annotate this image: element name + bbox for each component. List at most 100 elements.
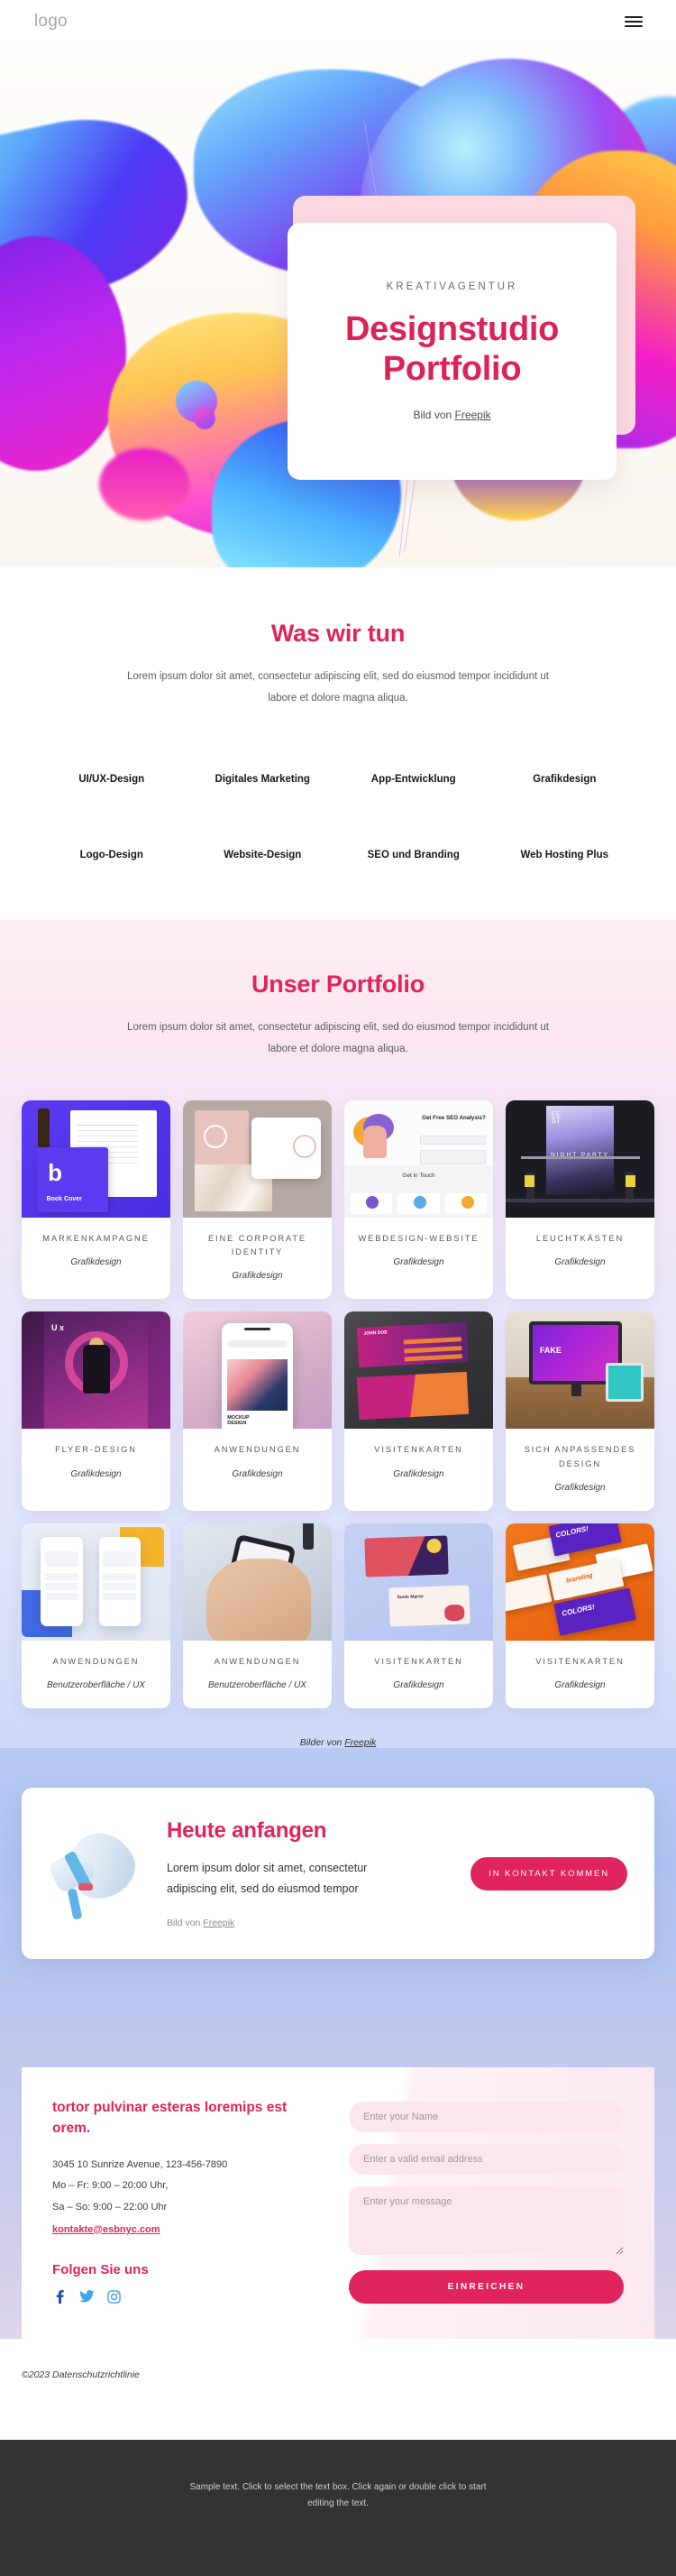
follow-title: Folgen Sie uns [52,2261,149,2277]
portfolio-card-category: Grafikdesign [232,1271,283,1282]
service-item[interactable]: Logo-Design [36,850,187,860]
page-title: Designstudio Portfolio [345,309,559,389]
portfolio-card-title: VISITENKARTEN [374,1656,463,1666]
portfolio-card[interactable]: Susie Marse VISITENKARTEN Grafikdesign [344,1523,493,1709]
portfolio-thumbnail: MOCKUP DESIGN [183,1311,332,1430]
portfolio-thumbnail [183,1099,332,1218]
hero-card: KREATIVAGENTUR Designstudio Portfolio Bi… [288,223,617,480]
portfolio-card-title: ANWENDUNGEN [52,1656,140,1666]
portfolio-card-title: LEUCHTKÄSTEN [535,1233,625,1243]
portfolio-card-category: Grafikdesign [393,1256,444,1267]
services-grid: UI/UX-Design Digitales Marketing App-Ent… [36,774,640,860]
portfolio-credit-link[interactable]: Freepik [344,1737,376,1748]
portfolio-card[interactable]: JOHN DOE VISITENKARTEN Grafikdesign [344,1311,493,1511]
portfolio-thumbnail: Susie Marse [344,1523,493,1641]
portfolio-card-body: SICH ANPASSENDES DESIGN Grafikdesign [506,1429,654,1511]
hamburger-icon[interactable] [625,15,643,27]
hero-title-line-1: Designstudio [344,309,560,348]
service-item[interactable]: Digitales Marketing [187,774,339,785]
name-input[interactable] [349,2102,624,2133]
contact-hours-weekday: Mo – Fr: 9:00 – 20:00 Uhr, [52,2180,169,2192]
services-section: Was wir tun Lorem ipsum dolor sit amet, … [0,567,676,921]
logo[interactable]: logo [34,12,68,32]
facebook-icon[interactable] [52,2289,68,2305]
portfolio-grid: b Book Cover MARKENKAMPAGNE Grafikdesign EIN… [0,1061,676,1709]
portfolio-card[interactable]: EE ST NIGHT PARTY LEUCHTKÄSTEN Grafikdesign [506,1099,654,1300]
portfolio-card[interactable]: ANWENDUNGEN Benutzeroberfläche / UX [22,1523,170,1709]
portfolio-thumbnail [22,1523,170,1641]
contact-email-link[interactable]: kontakte@esbnyc.com [52,2220,160,2240]
portfolio-thumbnail [183,1523,332,1641]
portfolio-card[interactable]: MOCKUP DESIGN ANWENDUNGEN Grafikdesign [183,1311,332,1511]
portfolio-card[interactable]: b Book Cover MARKENKAMPAGNE Grafikdesign [22,1099,170,1300]
submit-button[interactable]: EINREICHEN [349,2270,624,2305]
portfolio-card-category: Grafikdesign [70,1256,122,1267]
portfolio-card-title: VISITENKARTEN [374,1445,463,1455]
portfolio-card[interactable]: FAKE SICH ANPASSENDES DESIGN Grafikdesign [506,1311,654,1511]
portfolio-thumbnail: Get Free SEO Analysis? Get in Touch [344,1099,493,1218]
portfolio-card-body: VISITENKARTEN Grafikdesign [506,1641,654,1708]
portfolio-thumbnail: b Book Cover [22,1099,170,1218]
cta-card: Heute anfangen Lorem ipsum dolor sit ame… [22,1788,654,1960]
service-item[interactable]: Grafikdesign [489,774,641,785]
portfolio-credit: Bilder von Freepik [0,1708,676,1748]
portfolio-thumbnail: JOHN DOE [344,1311,493,1430]
bottom-bar: Sample text. Click to select the text bo… [0,2439,676,2576]
cta-credit-prefix: Bild von [167,1918,204,1929]
portfolio-card-category: Grafikdesign [554,1256,606,1267]
cta-section: Heute anfangen Lorem ipsum dolor sit ame… [0,1748,676,2068]
email-input[interactable] [349,2144,624,2176]
portfolio-card[interactable]: EINE CORPORATE IDENTITY Grafikdesign [183,1099,332,1300]
hero-credit: Bild von Freepik [413,409,490,421]
hero-eyebrow: KREATIVAGENTUR [386,281,518,292]
portfolio-card-title: ANWENDUNGEN [214,1656,301,1666]
cta-text-block: Heute anfangen Lorem ipsum dolor sit ame… [152,1818,461,1928]
service-item[interactable]: UI/UX-Design [36,774,187,785]
portfolio-thumbnail: EE ST NIGHT PARTY [506,1099,654,1218]
portfolio-card-body: FLYER-DESIGN Grafikdesign [22,1429,170,1511]
portfolio-thumbnail: COLORS! branding COLORS! [506,1523,654,1641]
portfolio-card-category: Grafikdesign [232,1468,283,1479]
portfolio-card[interactable]: Get Free SEO Analysis? Get in Touch WEBDES… [344,1099,493,1300]
instagram-icon[interactable] [106,2289,122,2305]
portfolio-card-body: VISITENKARTEN Grafikdesign [344,1429,493,1511]
portfolio-card-title: ANWENDUNGEN [214,1445,301,1455]
message-input[interactable] [349,2186,624,2256]
service-item[interactable]: SEO und Branding [338,850,489,860]
hero-section: KREATIVAGENTUR Designstudio Portfolio Bi… [0,42,676,567]
hero-credit-prefix: Bild von [413,409,455,422]
portfolio-card-title: SICH ANPASSENDES DESIGN [524,1445,636,1468]
portfolio-card-body: EINE CORPORATE IDENTITY Grafikdesign [183,1218,332,1300]
portfolio-card-title: EINE CORPORATE IDENTITY [207,1233,307,1256]
hero-title-line-2: Portfolio [382,350,522,388]
portfolio-section: Unser Portfolio Lorem ipsum dolor sit am… [0,920,676,2068]
contact-info: tortor pulvinar esteras loremips est ore… [52,2098,327,2305]
cta-title: Heute anfangen [167,1818,327,1844]
portfolio-credit-prefix: Bilder von [299,1737,345,1749]
hero-credit-link[interactable]: Freepik [455,409,491,421]
site-header: logo [0,0,676,42]
portfolio-subtitle: Lorem ipsum dolor sit amet, consectetur … [127,1022,549,1055]
cta-credit-link[interactable]: Freepik [203,1918,234,1928]
service-item[interactable]: App-Entwicklung [338,774,489,785]
social-links [52,2289,327,2305]
copyright-text: ©2023 Datenschutzrichtlinie [0,2338,676,2440]
services-title: Was wir tun [270,620,406,647]
contact-details: 3045 10 Sunrize Avenue, 123-456-7890 Mo … [52,2155,327,2240]
portfolio-card[interactable]: ANWENDUNGEN Benutzeroberfläche / UX [183,1523,332,1709]
portfolio-card-body: WEBDESIGN-WEBSITE Grafikdesign [344,1218,493,1300]
service-item[interactable]: Web Hosting Plus [489,850,641,860]
twitter-icon[interactable] [79,2289,95,2305]
portfolio-card-title: WEBDESIGN-WEBSITE [358,1233,480,1243]
portfolio-card-body: LEUCHTKÄSTEN Grafikdesign [506,1218,654,1300]
portfolio-card[interactable]: U x FLYER-DESIGN Grafikdesign [22,1311,170,1511]
hero-hairline-decor [398,466,410,557]
service-item[interactable]: Website-Design [187,850,339,860]
contact-cta-button[interactable]: IN KONTAKT KOMMEN [470,1856,627,1891]
portfolio-card-body: ANWENDUNGEN Benutzeroberfläche / UX [22,1641,170,1708]
portfolio-card-category: Grafikdesign [554,1482,606,1493]
hero-blob-decor [99,448,189,520]
portfolio-card[interactable]: COLORS! branding COLORS! VISITENKARTEN Grafi… [506,1523,654,1709]
portfolio-card-category: Grafikdesign [393,1680,444,1691]
portfolio-card-body: ANWENDUNGEN Grafikdesign [183,1429,332,1511]
